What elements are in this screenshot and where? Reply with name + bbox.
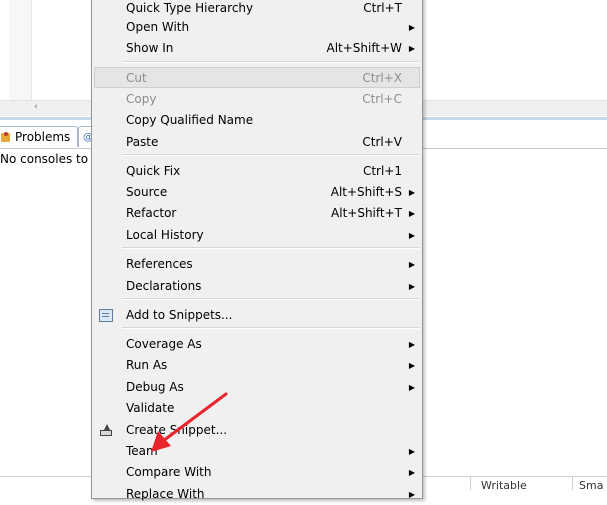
menu-item-team[interactable]: Team ▶ — [94, 441, 420, 462]
menu-item-label: Show In — [126, 41, 174, 55]
menu-separator — [122, 154, 419, 156]
menu-item-label: Open With — [126, 20, 190, 34]
menu-item-label: Refactor — [126, 206, 177, 220]
console-message: No consoles to d — [0, 152, 100, 166]
menu-item-references[interactable]: References ▶ — [94, 254, 420, 275]
menu-item-source[interactable]: Source Alt+Shift+S ▶ — [94, 182, 420, 203]
submenu-arrow-icon: ▶ — [408, 188, 415, 197]
create-snippet-icon — [99, 424, 113, 437]
menu-item-label: Compare With — [126, 465, 212, 479]
menu-item-shortcut: Ctrl+X — [362, 71, 402, 85]
menu-item-shortcut: Ctrl+C — [362, 92, 402, 106]
menu-item-label: Source — [126, 185, 168, 199]
menu-item-shortcut: Alt+Shift+S — [330, 185, 402, 199]
submenu-arrow-icon: ▶ — [408, 383, 415, 392]
menu-item-refactor[interactable]: Refactor Alt+Shift+T ▶ — [94, 203, 420, 224]
menu-item-label: Run As — [126, 358, 168, 372]
menu-separator — [122, 327, 419, 329]
tab-problems[interactable]: Problems — [0, 126, 78, 147]
menu-item-shortcut: Ctrl+V — [362, 135, 402, 149]
submenu-arrow-icon: ▶ — [408, 468, 415, 477]
submenu-arrow-icon: ▶ — [408, 361, 415, 370]
menu-item-label: Quick Fix — [126, 164, 181, 178]
status-writable: Writable — [481, 479, 527, 492]
menu-item-label: Debug As — [126, 380, 184, 394]
menu-item-label: Copy — [126, 92, 157, 106]
menu-item-label: Declarations — [126, 279, 202, 293]
menu-item-label: Paste — [126, 135, 159, 149]
menu-item-copy-qualified-name[interactable]: Copy Qualified Name — [94, 110, 420, 131]
menu-item-local-history[interactable]: Local History ▶ — [94, 225, 420, 246]
menu-item-label: Team — [126, 444, 158, 458]
menu-item-quick-fix[interactable]: Quick Fix Ctrl+1 — [94, 161, 420, 182]
submenu-arrow-icon: ▶ — [408, 340, 415, 349]
submenu-arrow-icon: ▶ — [408, 260, 415, 269]
menu-separator — [122, 247, 419, 249]
menu-item-label: Cut — [126, 71, 147, 85]
scroll-left-arrow-icon[interactable]: ‹ — [34, 102, 38, 112]
menu-item-add-to-snippets[interactable]: Add to Snippets... — [94, 305, 420, 326]
editor-gutter — [9, 0, 32, 100]
menu-item-label: Replace With — [126, 487, 205, 501]
menu-item-coverage-as[interactable]: Coverage As ▶ — [94, 334, 420, 355]
menu-item-compare-with[interactable]: Compare With ▶ — [94, 462, 420, 483]
submenu-arrow-icon: ▶ — [408, 447, 415, 456]
submenu-arrow-icon: ▶ — [408, 44, 415, 53]
submenu-arrow-icon: ▶ — [408, 23, 415, 32]
menu-item-open-with[interactable]: Open With ▶ — [94, 17, 420, 38]
menu-item-cut[interactable]: Cut Ctrl+X — [94, 67, 420, 88]
status-insert-mode: Sma — [579, 479, 604, 492]
menu-item-paste[interactable]: Paste Ctrl+V — [94, 132, 420, 153]
menu-item-replace-with[interactable]: Replace With ▶ — [94, 484, 420, 505]
menu-separator — [122, 61, 419, 63]
menu-item-label: References — [126, 257, 193, 271]
tab-problems-label: Problems — [15, 130, 71, 144]
submenu-arrow-icon: ▶ — [408, 490, 415, 499]
menu-item-shortcut: Alt+Shift+W — [326, 41, 403, 55]
menu-item-label: Copy Qualified Name — [126, 113, 254, 127]
menu-item-declarations[interactable]: Declarations ▶ — [94, 276, 420, 297]
menu-item-create-snippet[interactable]: Create Snippet... — [94, 420, 420, 441]
menu-item-run-as[interactable]: Run As ▶ — [94, 355, 420, 376]
context-menu[interactable]: Quick Type Hierarchy Ctrl+T Open With ▶ Show… — [91, 0, 423, 501]
submenu-arrow-icon: ▶ — [408, 231, 415, 240]
menu-item-validate[interactable]: Validate — [94, 398, 420, 419]
snippet-icon — [99, 309, 113, 322]
status-divider — [572, 477, 573, 490]
status-divider — [470, 477, 471, 490]
menu-item-label: Validate — [126, 401, 175, 415]
menu-item-label: Add to Snippets... — [126, 308, 233, 322]
menu-item-label: Coverage As — [126, 337, 202, 351]
menu-item-label: Local History — [126, 228, 204, 242]
menu-item-copy[interactable]: Copy Ctrl+C — [94, 89, 420, 110]
menu-item-debug-as[interactable]: Debug As ▶ — [94, 377, 420, 398]
submenu-arrow-icon: ▶ — [408, 282, 415, 291]
menu-separator — [122, 298, 419, 300]
problems-icon — [1, 132, 11, 142]
menu-item-shortcut: Alt+Shift+T — [331, 206, 402, 220]
menu-item-show-in[interactable]: Show In Alt+Shift+W ▶ — [94, 38, 420, 59]
menu-item-shortcut: Ctrl+1 — [362, 164, 402, 178]
submenu-arrow-icon: ▶ — [408, 209, 415, 218]
menu-item-label: Create Snippet... — [126, 423, 228, 437]
